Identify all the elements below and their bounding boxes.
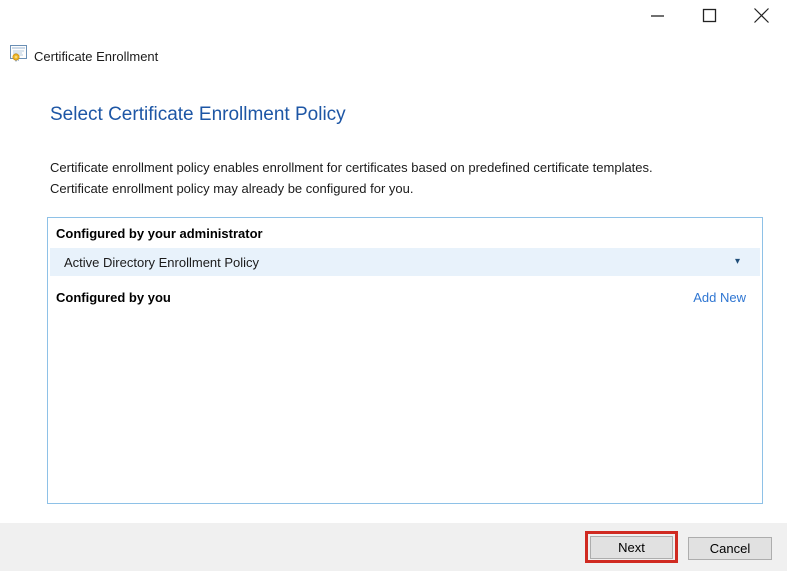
next-button[interactable]: Next [590,536,673,559]
app-title-row: Certificate Enrollment [10,45,158,67]
maximize-icon [702,8,717,23]
policy-selection-box: Configured by your administrator Active … [47,217,763,504]
description-line-1: Certificate enrollment policy enables en… [50,160,653,175]
minimize-button[interactable] [631,0,683,31]
add-new-link[interactable]: Add New [693,290,746,305]
page-description: Certificate enrollment policy enables en… [50,157,760,199]
page-title: Select Certificate Enrollment Policy [50,104,346,125]
close-button[interactable] [735,0,787,31]
app-title: Certificate Enrollment [34,48,159,64]
minimize-icon [650,8,665,23]
description-line-2: Certificate enrollment policy may alread… [50,181,414,196]
user-section-label: Configured by you [56,289,171,305]
certificate-icon [10,45,28,67]
cancel-button[interactable]: Cancel [688,537,772,560]
enrollment-policy-selected-value: Active Directory Enrollment Policy [64,254,260,270]
maximize-button[interactable] [683,0,735,31]
window-controls [631,0,787,32]
admin-section-label: Configured by your administrator [56,226,263,241]
user-section-row: Configured by you Add New [56,286,746,308]
close-icon [753,7,770,24]
enrollment-policy-dropdown[interactable]: Active Directory Enrollment Policy ▾ [50,248,760,276]
chevron-down-icon: ▾ [734,256,740,267]
